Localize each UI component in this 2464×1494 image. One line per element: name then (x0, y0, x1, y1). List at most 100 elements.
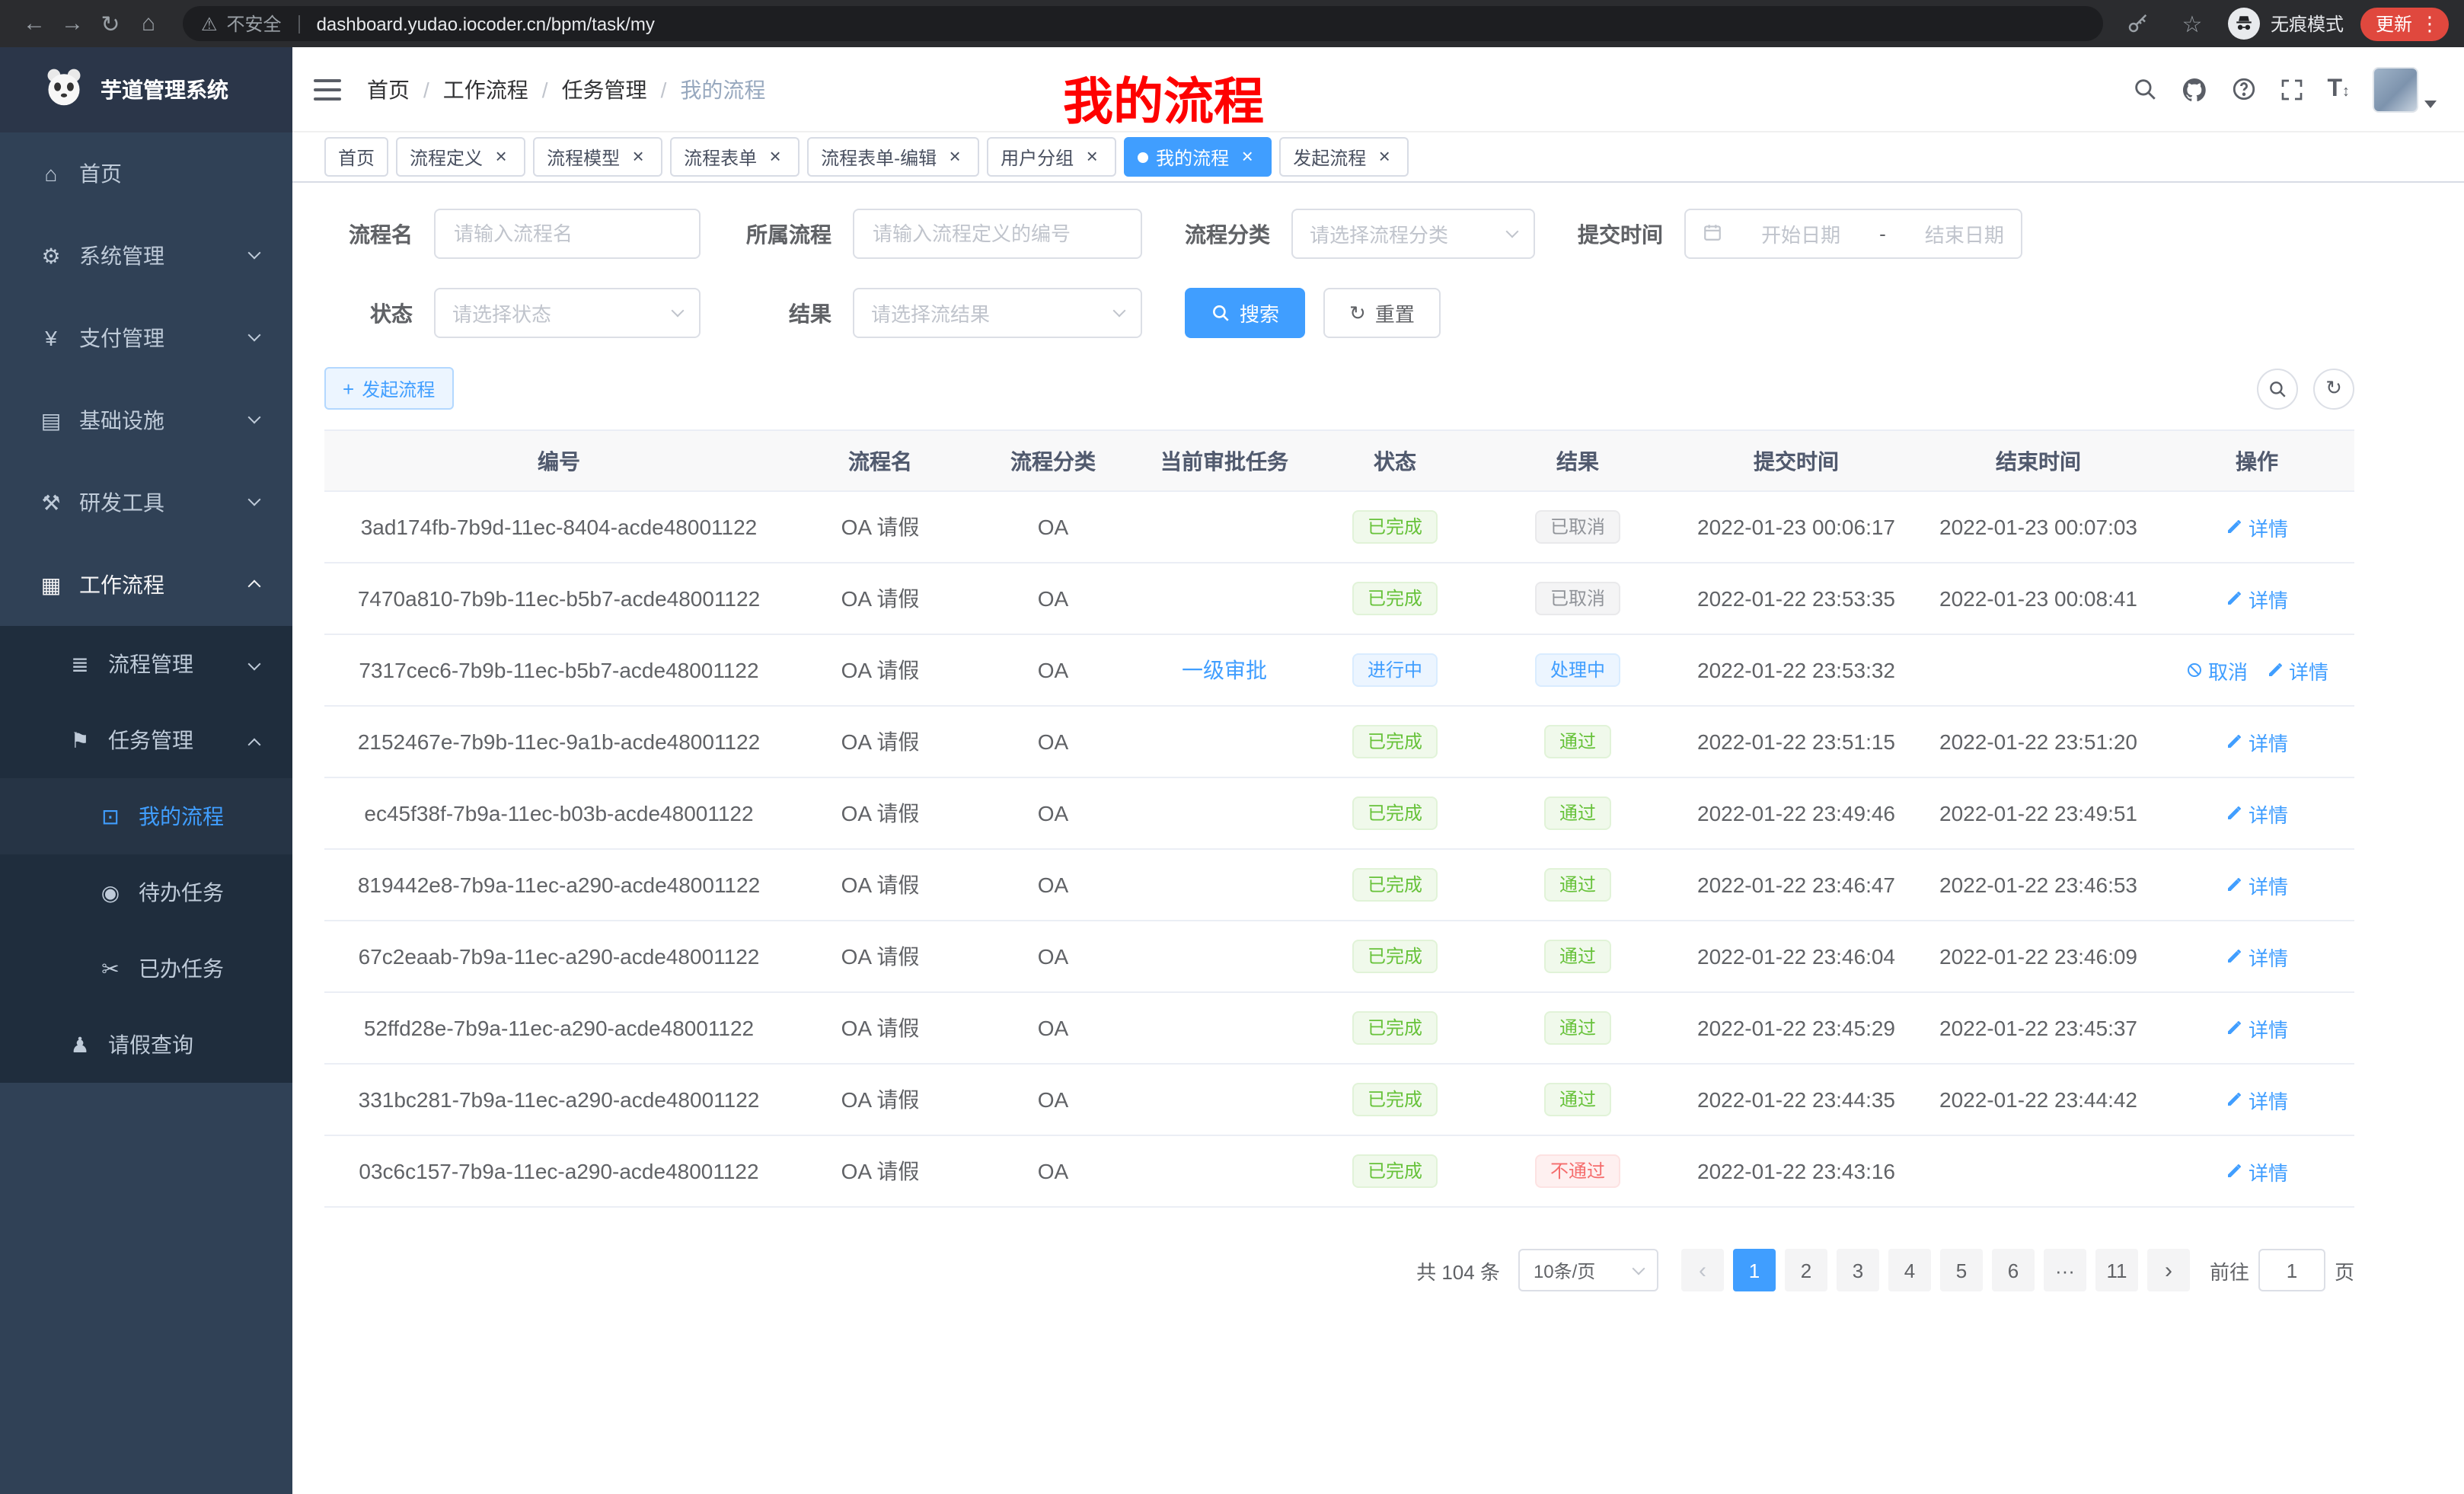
fullscreen-icon[interactable] (2280, 77, 2304, 101)
reset-button[interactable]: ↻ 重置 (1323, 288, 1441, 338)
detail-link[interactable]: 详情 (2226, 727, 2288, 756)
tab-close-icon[interactable]: × (1081, 146, 1103, 168)
browser-reload-icon[interactable]: ↻ (91, 5, 129, 43)
category-select[interactable]: 请选择流程分类 (1291, 209, 1535, 259)
sidebar-item-system[interactable]: ⚙系统管理 (0, 215, 292, 297)
detail-link[interactable]: 详情 (2226, 1085, 2288, 1114)
detail-link[interactable]: 详情 (2226, 1157, 2288, 1186)
process-name-input[interactable] (434, 209, 701, 259)
detail-link[interactable]: 详情 (2226, 942, 2288, 971)
breadcrumb-item[interactable]: 工作流程 (443, 74, 528, 104)
incognito-badge[interactable]: 无痕模式 (2228, 8, 2344, 40)
tab-label: 首页 (338, 144, 375, 170)
tab[interactable]: 用户分组× (987, 137, 1116, 177)
goto-page-input[interactable] (2258, 1249, 2325, 1291)
incognito-icon (2228, 8, 2260, 40)
browser-forward-icon[interactable]: → (53, 5, 91, 43)
detail-link-label: 详情 (2249, 1085, 2288, 1114)
tab[interactable]: 流程表单× (670, 137, 800, 177)
toggle-search-icon[interactable] (2257, 368, 2298, 409)
result-label: 结果 (743, 298, 831, 328)
pagination-prev-icon[interactable]: ‹ (1681, 1249, 1724, 1291)
table-body: 3ad174fb-7b9d-11ec-8404-acde48001122OA 请… (324, 491, 2354, 1207)
address-bar[interactable]: ⚠ 不安全 dashboard.yudao.iocoder.cn/bpm/tas… (183, 6, 2103, 41)
search-button[interactable]: 搜索 (1185, 288, 1305, 338)
table-header-row: 编号流程名流程分类当前审批任务状态结果提交时间结束时间操作 (324, 430, 2354, 491)
sidebar-item-workflow[interactable]: ▦工作流程 (0, 544, 292, 626)
pagination-page[interactable]: 3 (1837, 1249, 1879, 1291)
pagination-next-icon[interactable]: › (2147, 1249, 2190, 1291)
breadcrumb-separator: / (423, 77, 429, 101)
detail-link[interactable]: 详情 (2226, 1014, 2288, 1042)
pagination-page[interactable]: 5 (1940, 1249, 1983, 1291)
status-badge: 已完成 (1352, 510, 1438, 544)
tab[interactable]: 发起流程 × (1279, 137, 1409, 177)
column-header: 操作 (2159, 430, 2354, 491)
browser-home-icon[interactable]: ⌂ (129, 5, 168, 43)
browser-back-icon[interactable]: ← (15, 5, 53, 43)
breadcrumb-item[interactable]: 任务管理 (562, 74, 647, 104)
help-icon[interactable] (2231, 76, 2257, 102)
create-process-button[interactable]: + 发起流程 (324, 367, 453, 410)
logo[interactable]: 芋道管理系统 (0, 47, 292, 132)
tab[interactable]: 首页 (324, 137, 388, 177)
sidebar-item-payment[interactable]: ¥支付管理 (0, 297, 292, 379)
page-size-select[interactable]: 10条/页 (1518, 1249, 1658, 1291)
result-select[interactable]: 请选择流结果 (853, 288, 1142, 338)
detail-link[interactable]: 详情 (2226, 799, 2288, 828)
pagination-page[interactable]: 2 (1785, 1249, 1827, 1291)
detail-link[interactable]: 详情 (2266, 656, 2328, 685)
tab[interactable]: 流程表单-编辑× (807, 137, 979, 177)
pagination-more-icon[interactable]: ··· (2044, 1249, 2086, 1291)
goto-label: 前往 (2210, 1256, 2249, 1285)
tab-close-icon[interactable]: × (944, 146, 965, 168)
tab-label: 发起流程 (1293, 144, 1366, 170)
sidebar-item-devtools[interactable]: ⚒研发工具 (0, 461, 292, 544)
cancel-link[interactable]: 取消 (2185, 656, 2248, 685)
tab-close-icon[interactable]: × (1237, 146, 1258, 168)
pagination-page[interactable]: 4 (1888, 1249, 1931, 1291)
submit-time-range-picker[interactable]: 开始日期 - 结束日期 (1684, 209, 2022, 259)
result-badge: 通过 (1544, 1083, 1611, 1116)
key-icon[interactable] (2118, 5, 2156, 43)
sidebar-item-home[interactable]: ⌂首页 (0, 132, 292, 215)
breadcrumb-item[interactable]: 首页 (367, 74, 410, 104)
cell-submit-time: 2022-01-22 23:53:35 (1675, 563, 1917, 634)
tab-close-icon[interactable]: × (627, 146, 649, 168)
update-button[interactable]: 更新 ⋮ (2360, 7, 2449, 40)
sidebar-item-task-management[interactable]: ⚑任务管理 (0, 702, 292, 778)
sidebar-item-process-management[interactable]: ≣流程管理 (0, 626, 292, 702)
sidebar-item-leave-query[interactable]: ♟请假查询 (0, 1007, 292, 1083)
tab[interactable]: 流程模型× (533, 137, 662, 177)
tab-close-icon[interactable]: × (764, 146, 786, 168)
tab-close-icon[interactable]: × (1374, 146, 1395, 168)
owner-process-input[interactable] (853, 209, 1142, 259)
tab[interactable]: 我的流程× (1124, 137, 1272, 177)
pagination-page[interactable]: 6 (1992, 1249, 2035, 1291)
sidebar-item-infrastructure[interactable]: ▤基础设施 (0, 379, 292, 461)
tab-close-icon[interactable]: × (490, 146, 512, 168)
menu-dots-icon[interactable]: ⋮ (2420, 11, 2440, 36)
eye-icon: ◉ (96, 879, 125, 905)
calendar-icon (1703, 222, 1722, 246)
refresh-table-icon[interactable]: ↻ (2313, 368, 2354, 409)
detail-link[interactable]: 详情 (2226, 512, 2288, 541)
tab[interactable]: 流程定义× (396, 137, 525, 177)
detail-link[interactable]: 详情 (2226, 584, 2288, 613)
detail-link[interactable]: 详情 (2226, 870, 2288, 899)
star-icon[interactable]: ☆ (2173, 5, 2211, 43)
pagination-page[interactable]: 1 (1733, 1249, 1776, 1291)
column-header: 结果 (1480, 430, 1675, 491)
hamburger-icon[interactable] (314, 78, 341, 100)
pagination-page[interactable]: 11 (2095, 1249, 2138, 1291)
user-menu[interactable] (2373, 66, 2437, 112)
search-icon[interactable] (2132, 76, 2158, 102)
sidebar-item-my-process[interactable]: ⊡我的流程 (0, 778, 292, 854)
avatar[interactable] (2373, 66, 2418, 112)
github-icon[interactable] (2181, 75, 2208, 103)
sidebar-item-todo-task[interactable]: ◉待办任务 (0, 854, 292, 931)
sidebar-item-done-task[interactable]: ✂已办任务 (0, 931, 292, 1007)
font-size-icon[interactable]: T↕ (2327, 75, 2350, 103)
current-task-link[interactable]: 一级审批 (1182, 658, 1267, 682)
status-select[interactable]: 请选择状态 (434, 288, 701, 338)
